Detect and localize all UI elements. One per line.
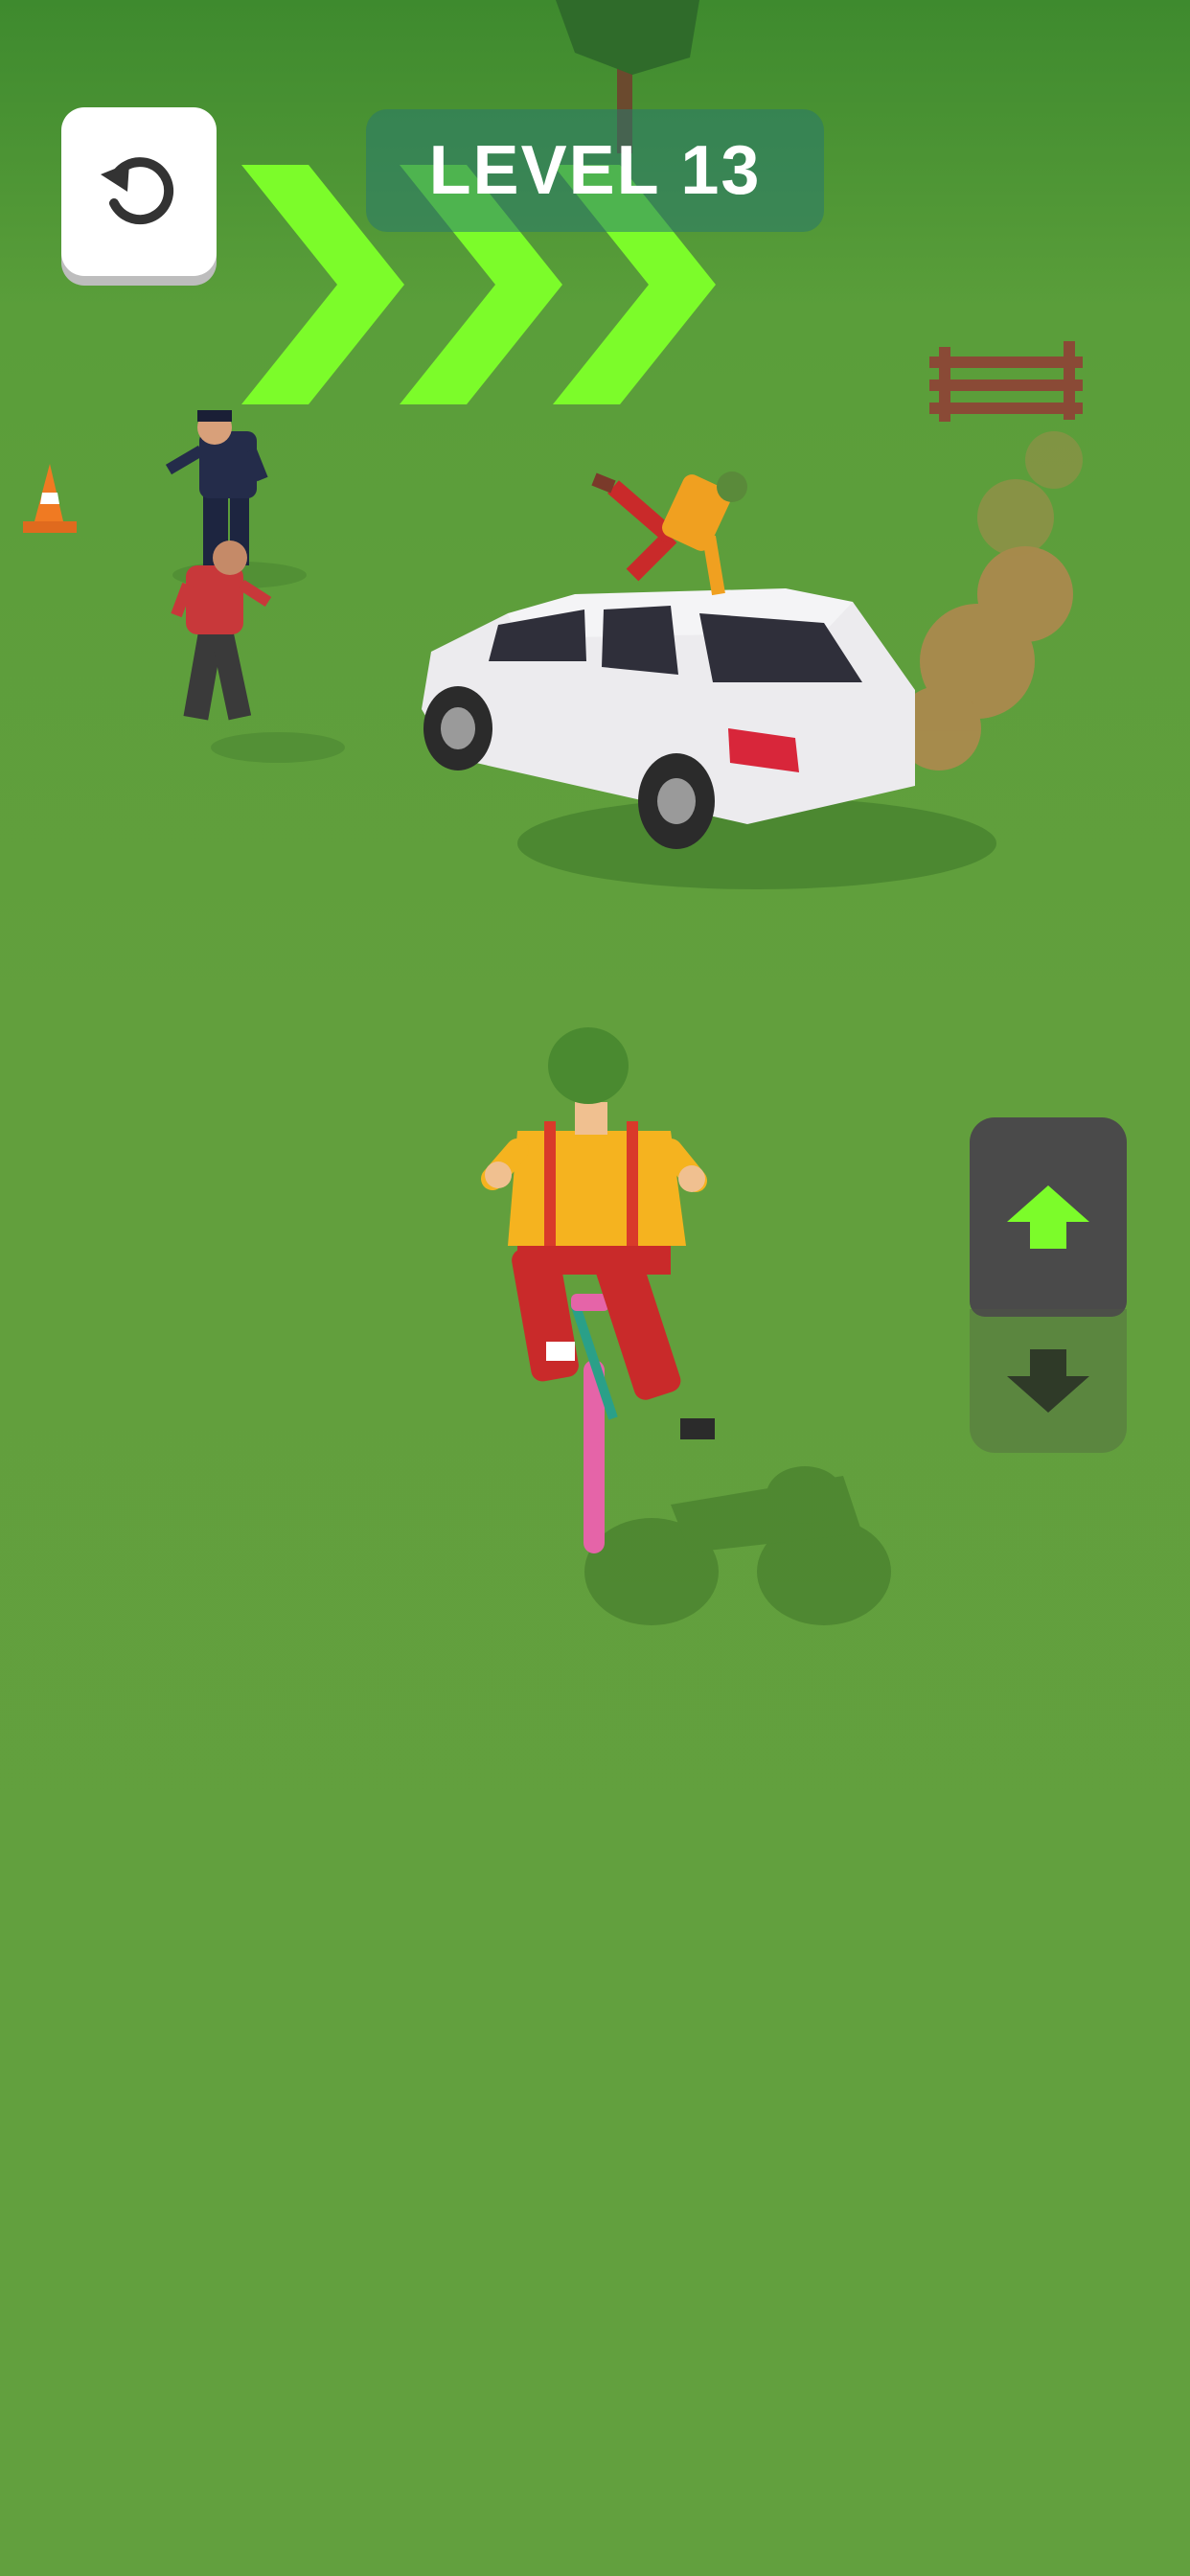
restart-button[interactable] bbox=[61, 107, 217, 276]
player-shadow bbox=[584, 1466, 891, 1625]
fence bbox=[929, 341, 1083, 422]
restart-icon bbox=[101, 157, 174, 225]
traffic-cone bbox=[23, 464, 77, 533]
brake-button[interactable] bbox=[970, 1309, 1127, 1453]
level-indicator: LEVEL 13 bbox=[366, 109, 824, 232]
dust-cloud bbox=[897, 431, 1083, 770]
accelerate-button[interactable] bbox=[970, 1117, 1127, 1317]
arrow-up-icon bbox=[1007, 1185, 1089, 1249]
arrow-down-icon bbox=[1007, 1349, 1089, 1413]
cyclist bbox=[481, 1027, 715, 1553]
ragdoll-character bbox=[591, 472, 747, 596]
level-label: LEVEL 13 bbox=[428, 132, 762, 209]
